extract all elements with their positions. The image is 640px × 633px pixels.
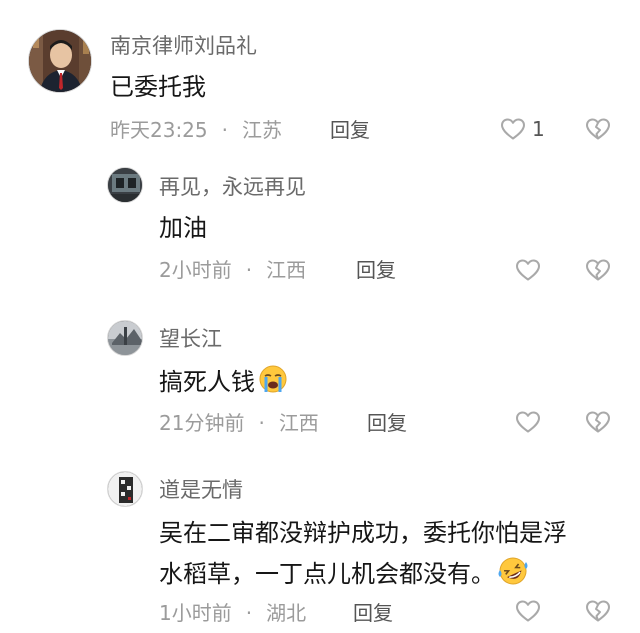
comment-meta: 21分钟前 · 江西 [159,413,319,433]
comment-location: 江苏 [242,118,282,142]
reply-button[interactable]: 回复 [356,260,396,280]
broken-heart-icon [586,411,610,433]
avatar[interactable] [107,167,143,203]
comment-meta: 1小时前 · 湖北 [159,603,306,623]
heart-outline-icon [516,411,540,433]
comment-text: 搞死人钱 [159,364,289,404]
avatar[interactable] [107,471,143,507]
separator-dot: · [258,411,265,435]
comment-meta: 2小时前 · 江西 [159,260,306,280]
heart-outline-icon [516,259,540,281]
reply-button[interactable]: 回复 [353,603,393,623]
comment-item: 南京律师刘品礼 已委托我 昨天23:25 · 江苏 回复 1 [0,0,640,150]
comment-time: 21分钟前 [159,411,245,435]
comment-author[interactable]: 望长江 [159,329,222,350]
reply-button[interactable]: 回复 [367,413,407,433]
loudly-crying-face-icon [257,364,289,404]
comment-author[interactable]: 道是无情 [159,480,243,501]
comment-location: 湖北 [266,601,307,625]
comment-author[interactable]: 南京律师刘品礼 [110,36,257,57]
comment-text: 加油 [159,214,207,242]
avatar-image [108,321,142,355]
dislike-button[interactable] [585,599,611,627]
broken-heart-icon [586,600,610,622]
separator-dot: · [245,601,253,625]
dislike-button[interactable] [585,410,611,438]
reply-button[interactable]: 回复 [330,120,370,140]
rolling-laughing-face-icon [497,556,529,596]
comment-author[interactable]: 再见，永远再见 [159,177,306,198]
broken-heart-icon [586,259,610,281]
comment-time: 1小时前 [159,601,232,625]
heart-outline-icon [516,600,540,622]
broken-heart-icon [586,118,610,140]
comment-text-line-1: 吴在二审都没辩护成功，委托你怕是浮 [159,519,567,547]
avatar-image [29,30,91,92]
separator-dot: · [245,258,253,282]
comment-text-content: 搞死人钱 [159,368,255,396]
comment-time: 昨天23:25 [110,118,208,142]
like-button[interactable] [515,410,541,434]
comment-location: 江西 [278,411,319,435]
comment-item: 望长江 搞死人钱 21分钟前 · 江西 回复 [0,290,640,440]
comment-text: 已委托我 [110,73,206,101]
comment-meta: 昨天23:25 · 江苏 [110,120,282,140]
like-button[interactable] [515,258,541,282]
avatar-image [108,472,142,506]
avatar[interactable] [28,29,92,93]
avatar-image [108,168,142,202]
like-button[interactable]: 1 [500,117,545,141]
avatar[interactable] [107,320,143,356]
comment-time: 2小时前 [159,258,232,282]
comment-item: 再见，永远再见 加油 2小时前 · 江西 回复 [0,150,640,290]
comment-text-content: 水稻草，一丁点儿机会都没有。 [159,560,495,588]
comment-location: 江西 [266,258,307,282]
comment-text-line-2: 水稻草，一丁点儿机会都没有。 [159,556,529,596]
like-button[interactable] [515,599,541,623]
comment-item: 道是无情 吴在二审都没辩护成功，委托你怕是浮 水稻草，一丁点儿机会都没有。 1小… [0,440,640,633]
separator-dot: · [221,118,228,142]
dislike-button[interactable] [585,117,611,145]
dislike-button[interactable] [585,258,611,286]
like-count: 1 [532,117,545,141]
heart-outline-icon [501,118,525,140]
